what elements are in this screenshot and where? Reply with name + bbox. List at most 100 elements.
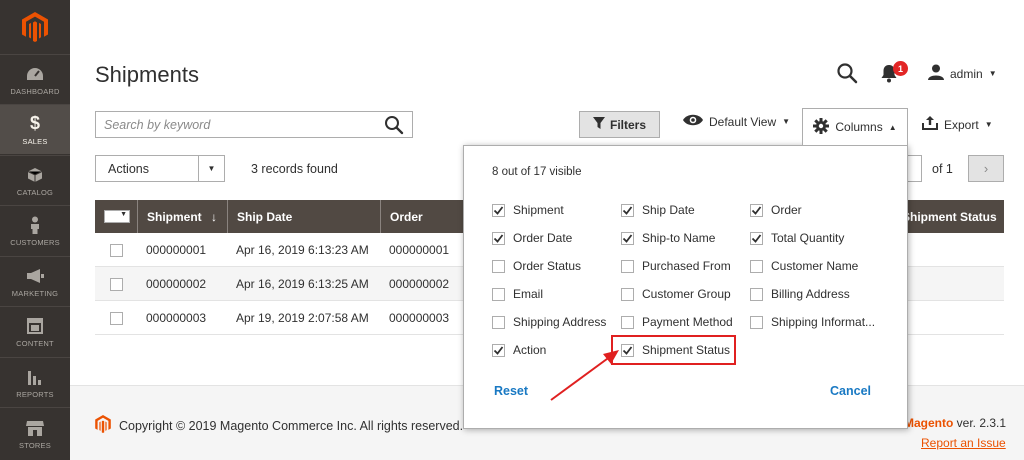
column-option-label: Customer Name: [771, 259, 859, 273]
order-id-cell: 000000002: [389, 277, 450, 291]
brand-name: Magento: [904, 416, 954, 430]
eye-icon: [683, 114, 703, 129]
row-checkbox[interactable]: [110, 278, 123, 291]
checkbox-checked[interactable]: [621, 231, 634, 245]
column-option[interactable]: Order: [750, 203, 802, 217]
column-option[interactable]: Shipping Address: [492, 315, 606, 329]
chevron-right-icon: ›: [983, 161, 989, 176]
column-option-label: Ship-to Name: [642, 231, 716, 245]
columns-dropdown-button[interactable]: Columns ▲: [802, 108, 908, 145]
sidebar-item-stores[interactable]: STORES: [0, 407, 70, 460]
cube-icon: [25, 165, 45, 185]
column-option-label: Action: [513, 343, 547, 357]
sidebar-item-label: CATALOG: [16, 187, 54, 197]
sidebar-item-label: CONTENT: [16, 338, 54, 348]
magento-logo-icon[interactable]: [0, 0, 70, 54]
sidebar-item-reports[interactable]: REPORTS: [0, 357, 70, 407]
column-option-label: Shipment: [513, 203, 564, 217]
column-option[interactable]: Billing Address: [750, 287, 850, 301]
default-view-dropdown[interactable]: Default View ▼: [683, 114, 790, 129]
checkbox-unchecked[interactable]: [492, 287, 505, 301]
copyright-notice: Copyright © 2019 Magento Commerce Inc. A…: [95, 415, 463, 436]
column-option[interactable]: Ship-to Name: [621, 231, 715, 245]
columns-panel: 8 out of 17 visible Shipment Ship Date Ord…: [463, 145, 908, 429]
column-option[interactable]: Total Quantity: [750, 231, 844, 245]
total-pages-label: of 1: [932, 162, 953, 176]
checkbox-unchecked[interactable]: [621, 287, 634, 301]
notifications-count-badge[interactable]: 1: [893, 61, 908, 76]
search-icon[interactable]: [384, 115, 404, 135]
dashboard-icon: [25, 64, 45, 84]
gear-icon: [813, 117, 830, 137]
checkbox-unchecked[interactable]: [492, 259, 505, 273]
export-label: Export: [944, 117, 979, 132]
checkbox-checked[interactable]: [621, 203, 634, 217]
chevron-down-icon: ▼: [782, 117, 791, 126]
global-search-icon[interactable]: [836, 62, 858, 84]
annotation-highlight-box: [611, 335, 736, 365]
column-header-ship-date[interactable]: Ship Date: [227, 200, 380, 233]
checkbox-checked[interactable]: [492, 203, 505, 217]
sidebar-item-customers[interactable]: CUSTOMERS: [0, 205, 70, 255]
checkbox-checked[interactable]: [750, 203, 763, 217]
column-option[interactable]: Purchased From: [621, 259, 731, 273]
sidebar-item-label: STORES: [19, 441, 51, 450]
admin-sidebar: DASHBOARD $ SALES CATALOG CUSTOMERS MARK…: [0, 0, 70, 460]
sidebar-item-label: REPORTS: [16, 389, 54, 399]
user-account-menu[interactable]: admin ▼: [928, 64, 997, 83]
checkbox-unchecked[interactable]: [750, 259, 763, 273]
mass-select-checkbox[interactable]: ▼: [104, 210, 130, 223]
column-option[interactable]: Shipment: [492, 203, 564, 217]
row-checkbox[interactable]: [110, 312, 123, 325]
sidebar-item-label: MARKETING: [11, 288, 59, 298]
export-dropdown[interactable]: Export ▼: [922, 116, 993, 133]
column-option[interactable]: Ship Date: [621, 203, 695, 217]
column-option[interactable]: Customer Group: [621, 287, 731, 301]
report-issue-link[interactable]: Report an Issue: [921, 436, 1006, 450]
column-option[interactable]: Shipping Informat...: [750, 315, 875, 329]
copyright-text: Copyright © 2019 Magento Commerce Inc. A…: [119, 418, 464, 433]
store-icon: [25, 418, 45, 438]
ship-date-cell: Apr 19, 2019 2:07:58 AM: [236, 311, 369, 325]
sidebar-item-dashboard[interactable]: DASHBOARD: [0, 54, 70, 104]
column-option[interactable]: Payment Method: [621, 315, 733, 329]
checkbox-unchecked[interactable]: [492, 315, 505, 329]
next-page-button[interactable]: ›: [968, 155, 1004, 182]
reset-columns-button[interactable]: Reset: [494, 384, 528, 398]
checkbox-checked[interactable]: [750, 231, 763, 245]
checkbox-checked[interactable]: [492, 343, 505, 357]
row-checkbox[interactable]: [110, 244, 123, 257]
sidebar-item-marketing[interactable]: MARKETING: [0, 256, 70, 306]
checkbox-unchecked[interactable]: [621, 259, 634, 273]
sidebar-item-catalog[interactable]: CATALOG: [0, 155, 70, 205]
checkbox-unchecked[interactable]: [621, 315, 634, 329]
mass-actions-select[interactable]: Actions ▼: [95, 155, 225, 182]
version-number: ver. 2.3.1: [953, 416, 1007, 430]
column-header-shipment[interactable]: Shipment ↓: [137, 200, 227, 233]
column-option[interactable]: Order Status: [492, 259, 581, 273]
checkbox-checked[interactable]: [492, 231, 505, 245]
column-option[interactable]: Customer Name: [750, 259, 858, 273]
checkbox-unchecked[interactable]: [750, 315, 763, 329]
column-option-label: Billing Address: [771, 287, 850, 301]
chevron-up-icon: ▲: [888, 122, 897, 132]
filters-button[interactable]: Filters: [579, 111, 660, 138]
checkbox-unchecked[interactable]: [750, 287, 763, 301]
layout-icon: [25, 316, 45, 336]
shipment-id-cell: 000000001: [146, 243, 207, 257]
column-option[interactable]: Email: [492, 287, 543, 301]
column-header-shipment-status[interactable]: Shipment Status: [892, 200, 1004, 233]
keyword-search-box: [95, 111, 413, 138]
cancel-columns-button[interactable]: Cancel: [830, 384, 871, 398]
column-option[interactable]: Action: [492, 343, 546, 357]
column-option[interactable]: Order Date: [492, 231, 572, 245]
export-icon: [922, 116, 938, 133]
keyword-search-input[interactable]: [96, 112, 376, 137]
annotation-arrow-icon: [550, 350, 619, 401]
sidebar-item-sales[interactable]: $ SALES: [0, 104, 70, 154]
chevron-down-icon: ▼: [198, 156, 224, 181]
sidebar-item-label: DASHBOARD: [10, 86, 60, 96]
sidebar-item-content[interactable]: CONTENT: [0, 306, 70, 356]
sort-arrow-icon: ↓: [211, 209, 217, 224]
default-view-label: Default View: [709, 114, 777, 129]
